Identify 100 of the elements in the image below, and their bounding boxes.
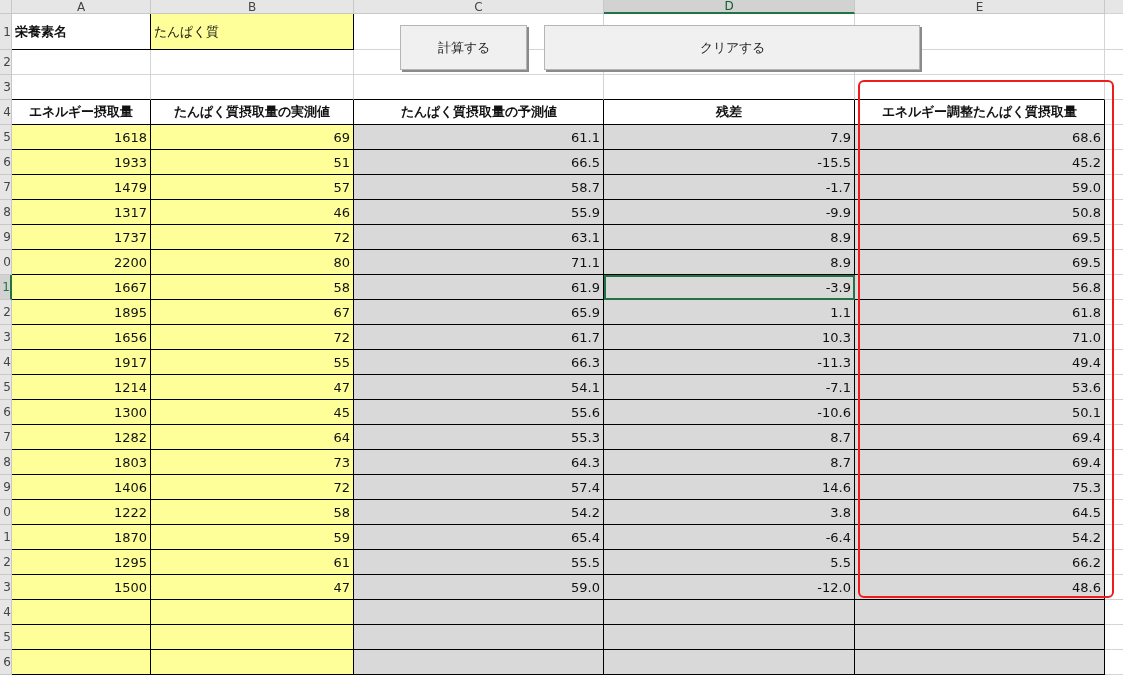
table-cell: 59.0 — [855, 175, 1105, 200]
table-cell: 51 — [151, 150, 354, 175]
table-cell: 55 — [151, 350, 354, 375]
row-header[interactable]: 9 — [0, 225, 12, 250]
table-cell: 5.5 — [604, 550, 855, 575]
row-header[interactable]: 7 — [0, 425, 12, 450]
row-header[interactable]: 1 — [0, 525, 12, 550]
column-header[interactable]: A — [12, 0, 151, 14]
table-cell: 69.4 — [855, 450, 1105, 475]
table-cell: 8.7 — [604, 425, 855, 450]
row-header[interactable]: 5 — [0, 375, 12, 400]
table-cell: 66.2 — [855, 550, 1105, 575]
table-cell: 1917 — [12, 350, 151, 375]
table-cell: 49.4 — [855, 350, 1105, 375]
table-cell: 71.1 — [354, 250, 604, 275]
row-header[interactable]: 5 — [0, 125, 12, 150]
row-header[interactable]: 2 — [0, 50, 12, 75]
row-header[interactable]: 5 — [0, 625, 12, 650]
table-cell: 69 — [151, 125, 354, 150]
table-cell: 1870 — [12, 525, 151, 550]
table-cell: 72 — [151, 225, 354, 250]
table-cell: 1656 — [12, 325, 151, 350]
table-cell: たんぱく質 — [151, 14, 354, 50]
row-header[interactable]: 6 — [0, 400, 12, 425]
table-cell: 63.1 — [354, 225, 604, 250]
table-cell: 1317 — [12, 200, 151, 225]
table-cell: 75.3 — [855, 475, 1105, 500]
table-cell: 1933 — [12, 150, 151, 175]
table-cell: 61.9 — [354, 275, 604, 300]
action-button[interactable]: 計算する — [400, 25, 527, 70]
row-header[interactable]: 8 — [0, 450, 12, 475]
table-cell: 2200 — [12, 250, 151, 275]
table-cell: 56.8 — [855, 275, 1105, 300]
row-header[interactable]: 6 — [0, 150, 12, 175]
table-cell: 65.9 — [354, 300, 604, 325]
table-cell: -9.9 — [604, 200, 855, 225]
table-cell: 66.3 — [354, 350, 604, 375]
table-cell: 54.1 — [354, 375, 604, 400]
table-cell: 1618 — [12, 125, 151, 150]
table-cell: 58 — [151, 275, 354, 300]
row-header[interactable]: 1 — [0, 275, 12, 300]
table-cell: 72 — [151, 325, 354, 350]
table-cell: 69.4 — [855, 425, 1105, 450]
row-header[interactable]: 9 — [0, 475, 12, 500]
column-header[interactable]: E — [855, 0, 1105, 14]
table-cell: 54.2 — [855, 525, 1105, 550]
column-header[interactable]: B — [151, 0, 354, 14]
table-cell: 1214 — [12, 375, 151, 400]
action-button[interactable]: クリアする — [544, 25, 920, 70]
table-cell: 55.6 — [354, 400, 604, 425]
table-cell: 1895 — [12, 300, 151, 325]
table-cell: 80 — [151, 250, 354, 275]
row-header[interactable]: 3 — [0, 325, 12, 350]
column-title: たんぱく質摂取量の予測値 — [354, 100, 604, 125]
table-cell: 65.4 — [354, 525, 604, 550]
table-cell: 1282 — [12, 425, 151, 450]
row-header[interactable]: 4 — [0, 100, 12, 125]
table-cell: 55.9 — [354, 200, 604, 225]
row-header[interactable]: 0 — [0, 500, 12, 525]
table-cell: 1406 — [12, 475, 151, 500]
table-cell: 3.8 — [604, 500, 855, 525]
table-cell: 55.5 — [354, 550, 604, 575]
row-header[interactable]: 2 — [0, 300, 12, 325]
row-header[interactable]: 6 — [0, 650, 12, 675]
table-cell: 7.9 — [604, 125, 855, 150]
table-cell: 48.6 — [855, 575, 1105, 600]
table-cell: 8.9 — [604, 225, 855, 250]
table-cell: 54.2 — [354, 500, 604, 525]
row-header[interactable]: 3 — [0, 75, 12, 100]
table-cell: 50.8 — [855, 200, 1105, 225]
table-cell: 73 — [151, 450, 354, 475]
column-title: エネルギー調整たんぱく質摂取量 — [855, 100, 1105, 125]
column-header[interactable]: D — [604, 0, 855, 14]
table-cell: 59.0 — [354, 575, 604, 600]
table-cell: 1295 — [12, 550, 151, 575]
table-cell: 57 — [151, 175, 354, 200]
table-cell: -11.3 — [604, 350, 855, 375]
table-cell: -3.9 — [604, 275, 855, 300]
table-cell: 61.1 — [354, 125, 604, 150]
table-cell: 46 — [151, 200, 354, 225]
table-cell: 1803 — [12, 450, 151, 475]
table-cell: 72 — [151, 475, 354, 500]
table-cell: 45 — [151, 400, 354, 425]
column-header[interactable]: C — [354, 0, 604, 14]
row-header[interactable]: 7 — [0, 175, 12, 200]
row-header[interactable]: 4 — [0, 600, 12, 625]
row-header[interactable]: 0 — [0, 250, 12, 275]
row-header[interactable]: 3 — [0, 575, 12, 600]
row-header[interactable]: 1 — [0, 14, 12, 50]
row-header[interactable]: 2 — [0, 550, 12, 575]
select-all-corner[interactable] — [0, 0, 12, 14]
row-header[interactable]: 4 — [0, 350, 12, 375]
row-header[interactable]: 8 — [0, 200, 12, 225]
table-cell: 50.1 — [855, 400, 1105, 425]
table-cell: 55.3 — [354, 425, 604, 450]
table-cell: 栄養素名 — [12, 14, 151, 50]
table-cell: 69.5 — [855, 225, 1105, 250]
table-cell: 8.9 — [604, 250, 855, 275]
table-cell: 64.3 — [354, 450, 604, 475]
table-cell: 1737 — [12, 225, 151, 250]
